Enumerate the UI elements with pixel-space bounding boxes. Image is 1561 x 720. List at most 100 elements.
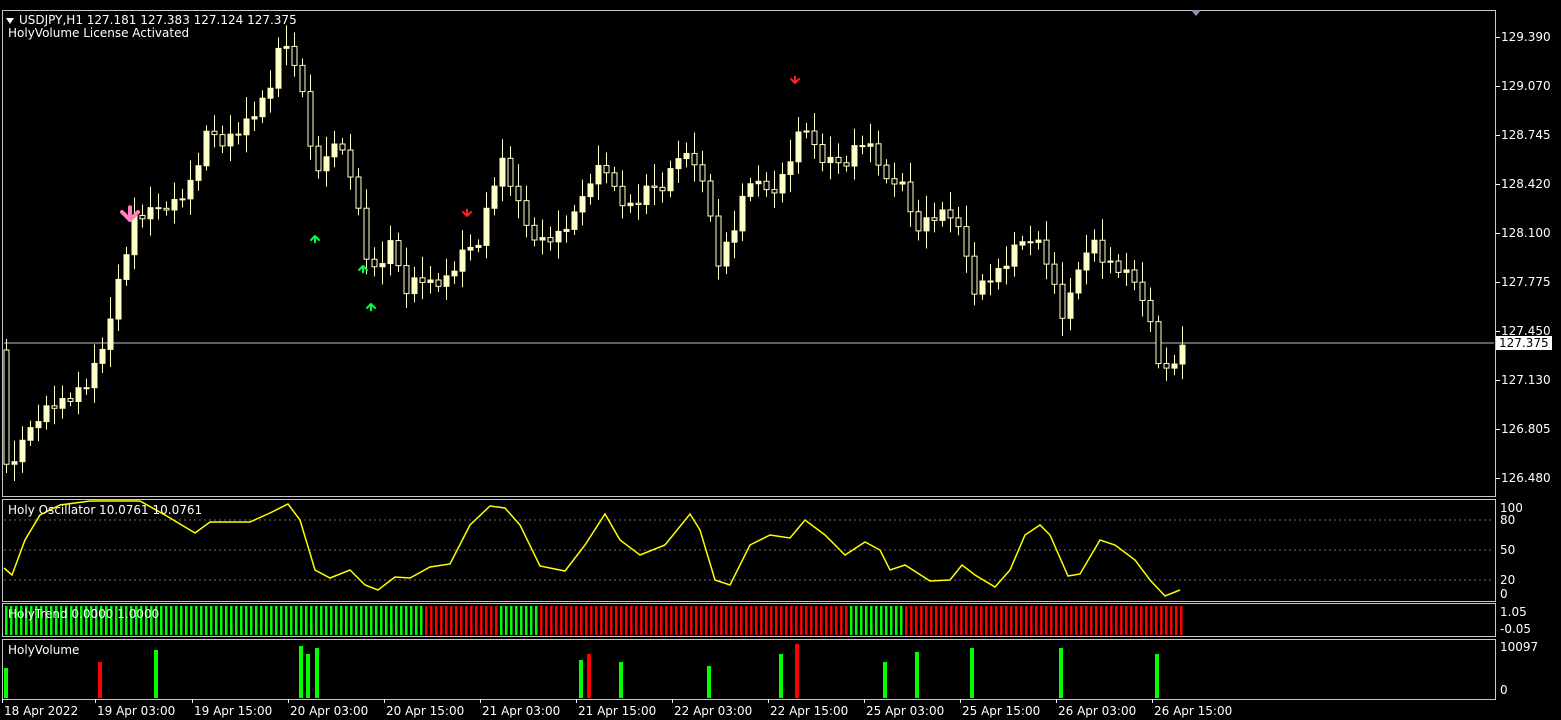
dropdown-triangle-icon[interactable]: [6, 17, 14, 24]
trend-bar: [635, 606, 638, 635]
trend-bar: [325, 606, 328, 635]
trend-bar: [925, 606, 928, 635]
candle-body: [867, 143, 874, 147]
trend-bar: [755, 606, 758, 635]
candle-body: [883, 164, 890, 180]
candle-body: [875, 143, 882, 166]
candle-body: [1059, 283, 1066, 319]
trend-bar: [340, 606, 343, 635]
trend-bar: [445, 606, 448, 635]
price-tick: [1496, 282, 1500, 283]
time-tick: [576, 699, 577, 703]
candle-body: [971, 255, 978, 295]
trend-bar: [495, 606, 498, 635]
trend-bar: [540, 606, 543, 635]
scroll-marker-icon[interactable]: [1191, 10, 1201, 16]
trend-bar: [980, 606, 983, 635]
candle-body: [67, 398, 74, 402]
trend-title: HolyTrend 0.0000 1.0000: [8, 607, 160, 621]
trend-bar: [500, 606, 503, 635]
price-label: 129.390: [1501, 30, 1551, 44]
trend-bar: [860, 606, 863, 635]
price-label: 128.745: [1501, 128, 1551, 142]
candle-body: [739, 195, 746, 232]
candle-body: [547, 237, 554, 243]
trend-bar: [345, 606, 348, 635]
trend-bar: [680, 606, 683, 635]
candle-body: [259, 97, 266, 118]
candle-body: [571, 211, 578, 230]
trend-bar: [880, 606, 883, 635]
candle-body: [307, 91, 314, 147]
candle-body: [1083, 252, 1090, 271]
price-tick: [1496, 37, 1500, 38]
volume-bar: [779, 654, 783, 698]
trend-bar: [945, 606, 948, 635]
candle-body: [835, 156, 842, 164]
trend-bar: [590, 606, 593, 635]
trend-bar: [1045, 606, 1048, 635]
trend-bar: [750, 606, 753, 635]
candle-body: [1123, 269, 1130, 273]
candle-body: [979, 280, 986, 295]
trend-bar: [1005, 606, 1008, 635]
candle-body: [211, 130, 218, 136]
candle-body: [1011, 244, 1018, 267]
candle-body: [531, 224, 538, 241]
trend-bar: [1025, 606, 1028, 635]
trend-bar: [1105, 606, 1108, 635]
price-tick: [1496, 86, 1500, 87]
symbol-line: USDJPY,H1 127.181 127.383 127.124 127.37…: [19, 13, 297, 27]
candle-body: [499, 157, 506, 187]
trend-bar: [670, 606, 673, 635]
trend-bar: [920, 606, 923, 635]
trend-bar: [820, 606, 823, 635]
price-label: 128.420: [1501, 177, 1551, 191]
candle-body: [611, 172, 618, 187]
sell-arrow-icon: [462, 208, 472, 217]
time-tick: [768, 699, 769, 703]
trend-bar: [1150, 606, 1153, 635]
trend-bar: [940, 606, 943, 635]
candle-body: [491, 185, 498, 209]
volume-bar: [1155, 654, 1159, 698]
time-tick: [1056, 699, 1057, 703]
trend-bar: [625, 606, 628, 635]
candle-body: [1075, 269, 1082, 294]
trend-bar: [1060, 606, 1063, 635]
candle-body: [851, 145, 858, 167]
candle-body: [323, 156, 330, 172]
candle-body: [731, 230, 738, 243]
trend-bar: [935, 606, 938, 635]
candle-body: [403, 265, 410, 295]
candle-body: [59, 398, 66, 409]
trend-bar: [530, 606, 533, 635]
candle-body: [939, 209, 946, 221]
trend-bar: [690, 606, 693, 635]
candle-body: [563, 228, 570, 232]
price-tick: [1496, 135, 1500, 136]
candle-body: [243, 118, 250, 136]
trend-bar: [375, 606, 378, 635]
trend-bar: [330, 606, 333, 635]
trend-bar: [685, 606, 688, 635]
time-label: 25 Apr 03:00: [866, 704, 945, 718]
trend-level-high: 1.05: [1500, 605, 1527, 619]
candle-body: [1171, 363, 1178, 369]
candle-body: [83, 387, 90, 390]
trend-bar: [675, 606, 678, 635]
candle-body: [155, 207, 162, 210]
volume-bar: [883, 662, 887, 698]
candle-body: [691, 152, 698, 166]
time-tick: [480, 699, 481, 703]
trend-bar: [1090, 606, 1093, 635]
trend-bar: [160, 606, 163, 635]
candle-body: [315, 145, 322, 172]
trend-bar: [1080, 606, 1083, 635]
trend-bar: [510, 606, 513, 635]
trend-bar: [290, 606, 293, 635]
candle-body: [1035, 239, 1042, 243]
price-tick: [1496, 478, 1500, 479]
trend-bar: [770, 606, 773, 635]
trend-bar: [285, 606, 288, 635]
